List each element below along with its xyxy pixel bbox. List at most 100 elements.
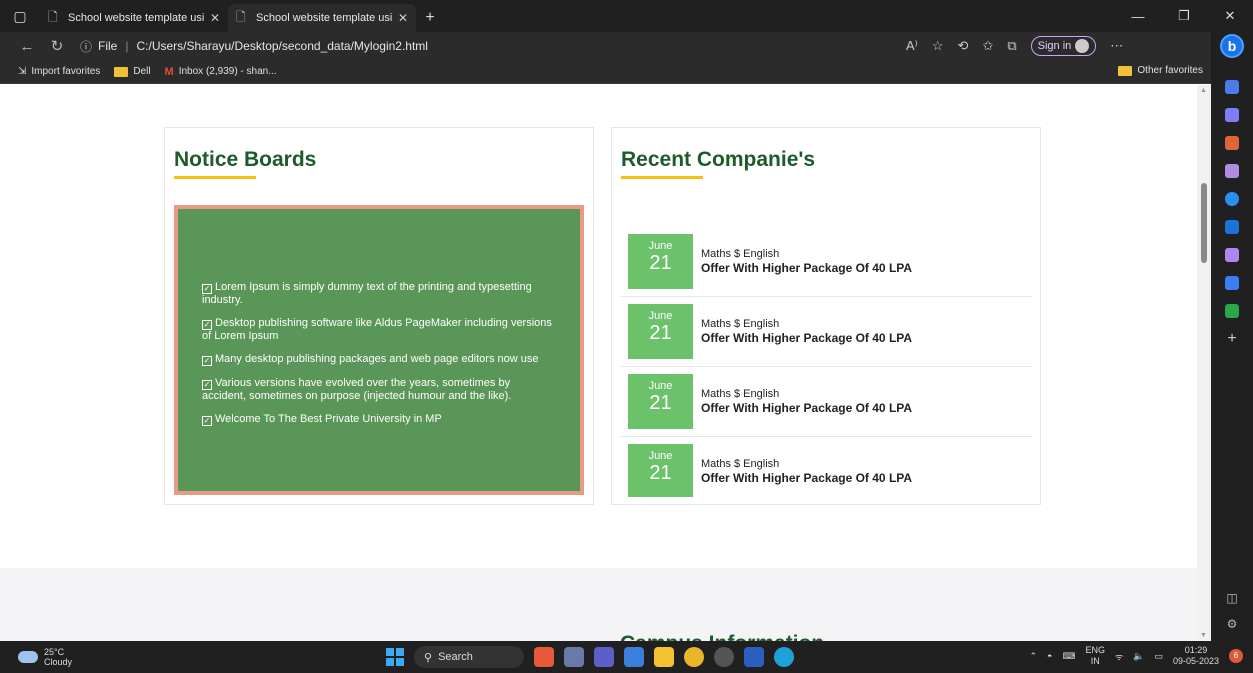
folder-icon	[1118, 65, 1133, 76]
teams-icon[interactable]	[594, 647, 614, 667]
outlook-icon[interactable]	[1225, 220, 1239, 234]
avatar-icon	[1075, 39, 1090, 53]
favorite-import[interactable]: ⇲ Import favorites	[18, 66, 100, 77]
folder-icon	[114, 66, 129, 77]
notice-text: Desktop publishing software like Aldus P…	[202, 317, 552, 342]
favorites-bar: ⇲ Import favorites Dell M Inbox (2,939) …	[0, 60, 1211, 84]
acrobat-icon[interactable]	[534, 647, 554, 667]
date-day: 21	[649, 392, 672, 414]
task-view-icon[interactable]	[564, 647, 584, 667]
designer-icon[interactable]	[1225, 248, 1239, 262]
company-title: Offer With Higher Package Of 40 LPA	[701, 471, 913, 485]
date-day: 21	[649, 462, 672, 484]
search-label: Search	[438, 651, 473, 663]
search-icon: ⚲	[424, 651, 433, 664]
chevron-up-icon[interactable]: ⌃	[1030, 651, 1038, 662]
scroll-up-icon[interactable]: ▲	[1200, 87, 1207, 94]
checkbox-icon: ✓	[202, 380, 212, 390]
notice-text: Many desktop publishing packages and web…	[215, 353, 539, 365]
companies-heading: Recent Companie's	[621, 148, 816, 171]
other-favorites-label: Other favorites	[1137, 65, 1203, 76]
new-tab-button[interactable]: +	[416, 4, 444, 32]
drop-icon[interactable]	[1225, 276, 1239, 290]
weather-widget[interactable]: 25°C Cloudy	[18, 647, 72, 667]
notification-badge[interactable]: 6	[1229, 649, 1243, 663]
wifi-icon[interactable]: ᯤ	[1115, 650, 1123, 663]
bing-copilot-icon[interactable]: b	[1220, 34, 1244, 58]
heading-underline	[621, 176, 703, 179]
clock-date: 09-05-2023	[1172, 656, 1219, 666]
tab-title: School website template using p	[256, 12, 392, 24]
browser-tab-1[interactable]: 🗋 School website template using p ✕	[40, 4, 228, 32]
language-indicator[interactable]: ENG IN	[1085, 645, 1105, 667]
url-field[interactable]: ⓘ File | C:/Users/Sharayu/Desktop/second…	[80, 35, 900, 57]
close-window-icon[interactable]: ✕	[1207, 0, 1253, 32]
collections-icon[interactable]: ⧉	[1007, 38, 1016, 54]
tools-icon[interactable]	[1225, 136, 1239, 150]
shopping-icon[interactable]	[1225, 108, 1239, 122]
more-icon[interactable]: ⋯	[1110, 38, 1123, 54]
info-icon[interactable]: ⓘ	[80, 38, 92, 55]
dell-icon[interactable]	[714, 647, 734, 667]
tray-app-icon[interactable]: ◓	[1047, 651, 1052, 661]
file-explorer-icon[interactable]	[654, 647, 674, 667]
browser-tab-2[interactable]: 🗋 School website template using p ✕	[228, 4, 416, 32]
favorite-inbox[interactable]: M Inbox (2,939) - shan...	[165, 66, 277, 78]
back-icon[interactable]: ←	[12, 38, 42, 55]
close-icon[interactable]: ✕	[210, 11, 220, 25]
windows-start-icon[interactable]	[386, 648, 404, 666]
other-favorites[interactable]: Other favorites	[1118, 65, 1203, 76]
notice-item: ✓ Desktop publishing software like Aldus …	[202, 317, 556, 342]
restore-icon[interactable]: ❐	[1161, 0, 1207, 32]
keyboard-icon[interactable]: ⌨	[1062, 651, 1075, 662]
page-icon: 🗋	[236, 9, 246, 24]
list-item[interactable]: June 21 Maths $ English Offer With Higher …	[620, 367, 1032, 437]
company-text: Maths $ English Offer With Higher Package…	[701, 248, 912, 275]
volume-icon[interactable]: 🔈	[1133, 651, 1144, 662]
add-icon[interactable]: +	[1225, 331, 1239, 347]
company-list[interactable]: June 21 Maths $ English Offer With Higher …	[620, 227, 1032, 497]
favorites-icon[interactable]: ✩	[982, 38, 993, 54]
notice-item: ✓ Various versions have evolved over the …	[202, 377, 556, 402]
mail-icon[interactable]	[624, 647, 644, 667]
search-icon[interactable]	[1225, 80, 1239, 94]
list-item[interactable]: June 21 Maths $ English Offer With Higher …	[620, 437, 1032, 497]
taskbar-search[interactable]: ⚲ Search	[414, 646, 524, 668]
page-scrollbar[interactable]: ▲ ▼	[1197, 85, 1211, 641]
favorite-star-icon[interactable]: ☆	[932, 38, 944, 54]
tree-icon[interactable]	[1225, 304, 1239, 318]
sign-in-button[interactable]: Sign in	[1030, 36, 1097, 56]
lang-region: IN	[1090, 656, 1100, 666]
battery-icon[interactable]: ▭	[1154, 651, 1163, 662]
window-controls: — ❐ ✕	[1115, 0, 1253, 32]
list-item[interactable]: June 21 Maths $ English Offer With Higher …	[620, 227, 1032, 297]
page-viewport: Notice Boards ✓ Lorem Ipsum is simply dum…	[0, 85, 1197, 641]
url-text: C:/Users/Sharayu/Desktop/second_data/Myl…	[136, 39, 428, 53]
office-icon[interactable]	[1225, 192, 1239, 206]
chrome-icon[interactable]	[684, 647, 704, 667]
date-badge: June 21	[628, 444, 693, 497]
date-day: 21	[649, 322, 672, 344]
close-icon[interactable]: ✕	[398, 11, 408, 25]
tab-title: School website template using p	[68, 12, 204, 24]
read-aloud-icon[interactable]: A⁾	[906, 38, 918, 54]
company-subject: Maths $ English	[701, 388, 780, 400]
clock[interactable]: 01:29 09-05-2023	[1173, 645, 1219, 667]
settings-icon[interactable]: ⚙	[1227, 617, 1238, 631]
scroll-thumb[interactable]	[1201, 183, 1207, 263]
edge-sidebar: b + ◫ ⚙	[1211, 32, 1253, 641]
scroll-down-icon[interactable]: ▼	[1200, 632, 1207, 639]
panel-icon[interactable]: ◫	[1226, 591, 1237, 605]
minimize-icon[interactable]: —	[1115, 0, 1161, 32]
list-item[interactable]: June 21 Maths $ English Offer With Higher …	[620, 297, 1032, 367]
favorite-dell[interactable]: Dell	[114, 66, 151, 77]
company-title: Offer With Higher Package Of 40 LPA	[701, 261, 913, 275]
word-icon[interactable]	[744, 647, 764, 667]
games-icon[interactable]	[1225, 164, 1239, 178]
refresh-icon[interactable]: ↻	[42, 37, 72, 55]
favorite-label: Dell	[133, 66, 151, 77]
clock-time: 01:29	[1184, 645, 1208, 655]
edge-icon[interactable]	[774, 647, 794, 667]
extensions-icon[interactable]: ⟲	[958, 38, 969, 54]
tab-actions-icon[interactable]: ▢	[0, 0, 40, 32]
